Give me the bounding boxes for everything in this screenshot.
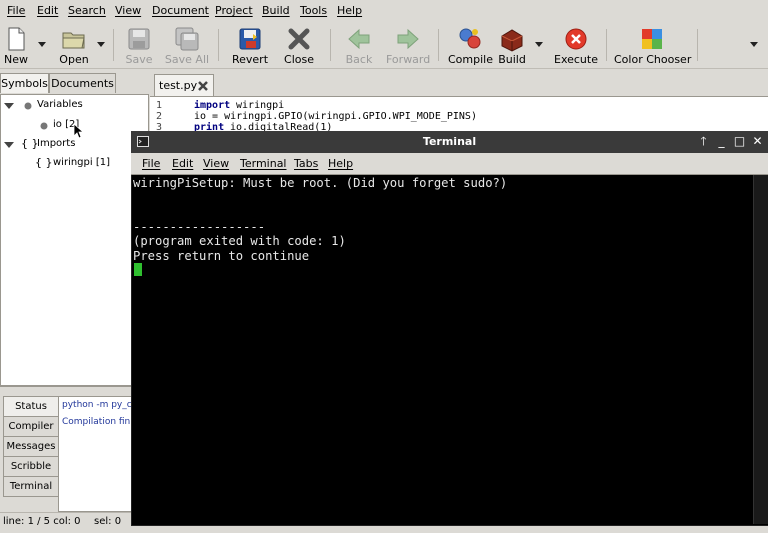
variables-icon xyxy=(24,102,32,110)
new-button[interactable]: New xyxy=(0,21,32,68)
toolbar-separator xyxy=(218,29,219,61)
color-chooser-button[interactable]: Color Chooser xyxy=(614,21,691,68)
new-dropdown-arrow[interactable] xyxy=(38,42,46,47)
line-number: 2 xyxy=(156,111,163,122)
execute-icon xyxy=(565,28,587,50)
toolbar-separator xyxy=(330,29,331,61)
tab-messages[interactable]: Messages xyxy=(3,436,59,457)
new-file-icon xyxy=(8,27,25,51)
terminal-menu-help[interactable]: Help xyxy=(328,157,353,170)
code-text: wiringpi xyxy=(230,100,285,111)
toolbar-overflow-arrow[interactable] xyxy=(750,42,758,47)
terminal-menu-file[interactable]: File xyxy=(142,157,160,170)
tab-symbols[interactable]: Symbols xyxy=(0,73,49,93)
toolbar: New Open Save Save All Revert Close Back… xyxy=(0,21,768,69)
open-folder-icon xyxy=(62,32,85,49)
back-button[interactable]: Back xyxy=(340,21,378,68)
line-number-gutter: 1 2 3 xyxy=(150,97,188,134)
selection-count: sel: 0 xyxy=(94,516,122,527)
terminal-title: Terminal xyxy=(422,135,477,148)
menu-search[interactable]: Search xyxy=(68,4,106,17)
save-all-button[interactable]: Save All xyxy=(164,21,210,68)
arrow-right-icon xyxy=(397,28,419,50)
menu-bar: File Edit Search View Document Project B… xyxy=(0,0,768,21)
code-keyword: import xyxy=(194,100,231,111)
color-palette-icon xyxy=(642,29,662,49)
keep-above-icon[interactable]: 🡑 xyxy=(697,135,710,148)
imports-icon: { } xyxy=(21,137,39,150)
build-brick-icon xyxy=(501,29,523,52)
execute-button[interactable]: Execute xyxy=(554,21,598,68)
expand-triangle-icon[interactable] xyxy=(4,103,14,109)
menu-document[interactable]: Document xyxy=(152,4,209,17)
tree-item-imports[interactable]: Imports xyxy=(37,138,75,149)
build-button[interactable]: Build xyxy=(496,21,528,68)
module-icon: { } xyxy=(35,156,53,169)
terminal-menu-edit[interactable]: Edit xyxy=(172,157,193,170)
expand-triangle-icon[interactable] xyxy=(4,142,14,148)
terminal-menu-tabs[interactable]: Tabs xyxy=(294,157,318,170)
maximize-icon[interactable]: □ xyxy=(733,135,746,148)
terminal-menu-bar: File Edit View Terminal Tabs Help xyxy=(131,153,768,175)
terminal-menu-view[interactable]: View xyxy=(203,157,229,170)
menu-help[interactable]: Help xyxy=(337,4,362,17)
tab-terminal[interactable]: Terminal xyxy=(3,476,59,497)
menu-view[interactable]: View xyxy=(115,4,141,17)
save-button[interactable]: Save xyxy=(122,21,156,68)
terminal-menu-terminal[interactable]: Terminal xyxy=(240,157,287,170)
forward-button[interactable]: Forward xyxy=(386,21,430,68)
editor-tab-test-py[interactable]: test.py xyxy=(154,74,214,97)
arrow-left-icon xyxy=(348,28,370,50)
tab-compiler[interactable]: Compiler xyxy=(3,416,59,437)
save-all-icon xyxy=(175,27,199,51)
open-dropdown-arrow[interactable] xyxy=(97,42,105,47)
line-number: 1 xyxy=(156,100,163,111)
menu-tools[interactable]: Tools xyxy=(300,4,327,17)
menu-build[interactable]: Build xyxy=(262,4,290,17)
compile-button[interactable]: Compile xyxy=(448,21,493,68)
tab-documents[interactable]: Documents xyxy=(49,73,116,93)
sidebar-tabs: Symbols Documents xyxy=(0,72,150,94)
minimize-icon[interactable]: _ xyxy=(715,135,728,148)
tree-item-variables[interactable]: Variables xyxy=(37,99,83,110)
close-button[interactable]: Close xyxy=(280,21,318,68)
revert-icon xyxy=(239,28,261,50)
close-x-icon xyxy=(288,28,310,50)
build-dropdown-arrow[interactable] xyxy=(535,42,543,47)
status-line: python -m py_c xyxy=(62,400,132,410)
terminal-titlebar[interactable]: Terminal 🡑 _ □ ✕ xyxy=(131,131,768,153)
symbol-tree: Variables io [2] { } Imports { } wiringp… xyxy=(0,94,149,386)
toolbar-separator xyxy=(113,29,114,61)
editor-tab-label: test.py xyxy=(159,79,198,92)
status-line: Compilation fin xyxy=(62,417,131,427)
toolbar-separator xyxy=(697,29,698,61)
variable-icon xyxy=(40,122,48,130)
cursor-position: line: 1 / 5 col: 0 xyxy=(3,516,81,527)
close-tab-icon[interactable] xyxy=(197,80,209,92)
menu-file[interactable]: File xyxy=(7,4,25,17)
terminal-scrollbar[interactable] xyxy=(753,175,768,524)
code-text: io = wiringpi.GPIO(wiringpi.GPIO.WPI_MOD… xyxy=(194,111,477,122)
tab-status[interactable]: Status xyxy=(3,396,59,417)
tab-scribble[interactable]: Scribble xyxy=(3,456,59,477)
open-button[interactable]: Open xyxy=(56,21,92,68)
menu-edit[interactable]: Edit xyxy=(37,4,58,17)
status-messages: python -m py_c Compilation fin xyxy=(58,396,134,512)
menu-project[interactable]: Project xyxy=(215,4,253,17)
tree-item-wiringpi[interactable]: wiringpi [1] xyxy=(53,157,110,168)
terminal-cursor xyxy=(134,263,142,276)
toolbar-separator xyxy=(606,29,607,61)
save-disk-icon xyxy=(128,28,150,50)
close-window-icon[interactable]: ✕ xyxy=(751,135,764,148)
compile-icon xyxy=(459,28,481,49)
revert-button[interactable]: Revert xyxy=(228,21,272,68)
toolbar-separator xyxy=(438,29,439,61)
terminal-output[interactable]: wiringPiSetup: Must be root. (Did you fo… xyxy=(133,176,753,521)
code-lines[interactable]: import wiringpi io = wiringpi.GPIO(wirin… xyxy=(194,100,694,133)
mouse-pointer-icon xyxy=(73,123,85,139)
